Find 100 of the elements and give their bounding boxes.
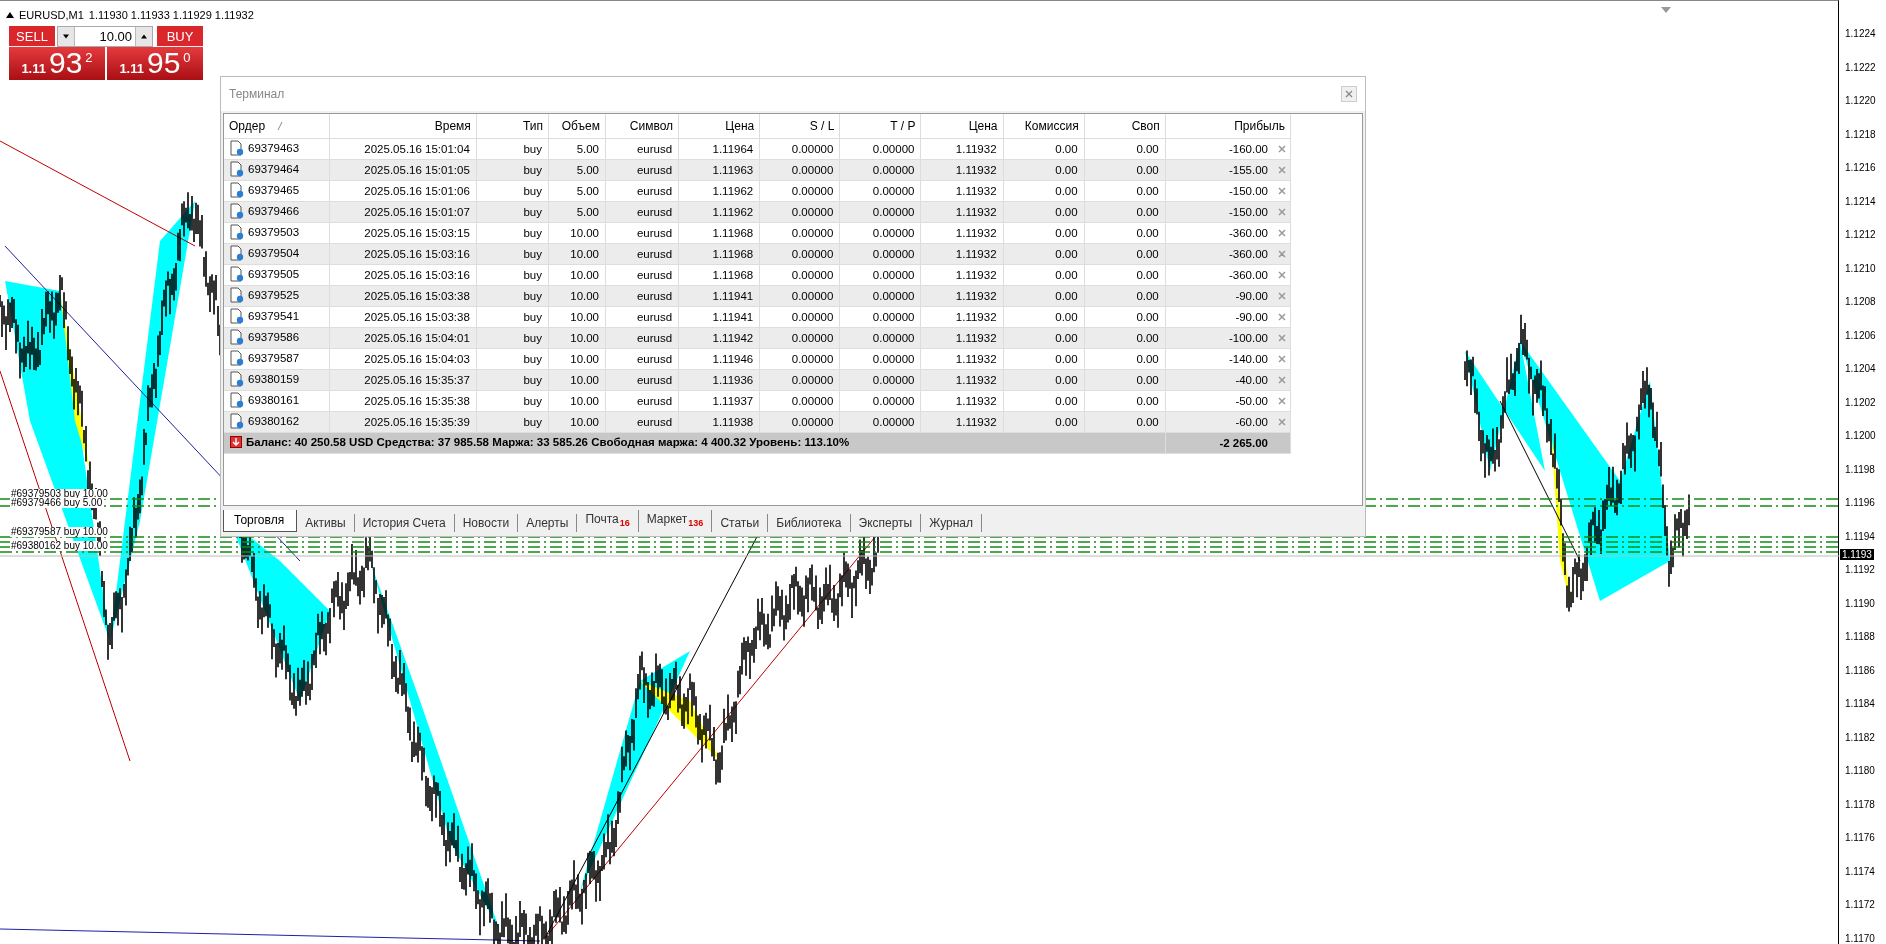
lot-spinner[interactable]: 10.00 bbox=[57, 26, 153, 47]
order-number: 69379586 bbox=[248, 331, 300, 343]
column-header[interactable]: Объем bbox=[548, 114, 606, 139]
order-number: 69379466 bbox=[248, 205, 300, 217]
price-label: 1.1212 bbox=[1845, 229, 1876, 240]
table-cell: 10.00 bbox=[548, 348, 606, 370]
terminal-tab[interactable]: Статьи bbox=[712, 514, 769, 532]
profit-value: -90.00 bbox=[1235, 290, 1268, 302]
column-header[interactable]: Время bbox=[329, 114, 477, 139]
table-cell: eurusd bbox=[605, 222, 679, 244]
column-header[interactable]: Цена bbox=[678, 114, 760, 139]
column-header[interactable]: S / L bbox=[759, 114, 840, 139]
price-label: 1.1204 bbox=[1845, 363, 1876, 374]
price-label: 1.1210 bbox=[1845, 262, 1876, 274]
terminal-tab[interactable]: Алерты bbox=[518, 514, 578, 532]
table-cell: 0.00 bbox=[1084, 306, 1166, 328]
column-header[interactable]: Тип bbox=[476, 114, 549, 139]
close-order-icon[interactable] bbox=[1278, 355, 1286, 363]
order-line-label: #69379503 buy 10.00 bbox=[10, 489, 109, 499]
order-number: 69379464 bbox=[248, 163, 300, 175]
column-header[interactable]: Прибыль bbox=[1165, 114, 1291, 139]
terminal-tab[interactable]: Почта$_{16}$ bbox=[577, 509, 639, 532]
column-header[interactable]: Комиссия bbox=[1003, 114, 1085, 139]
profit-value: -90.00 bbox=[1235, 311, 1268, 323]
close-order-icon[interactable] bbox=[1278, 418, 1286, 426]
close-order-icon[interactable] bbox=[1278, 229, 1286, 237]
order-line-label: #69379466 buy 5.00 bbox=[10, 498, 104, 508]
column-header[interactable]: T / P bbox=[839, 114, 921, 139]
price-label: 1.1220 bbox=[1845, 95, 1876, 106]
table-cell: 0.00 bbox=[1084, 264, 1166, 286]
column-header[interactable]: Символ bbox=[605, 114, 679, 139]
close-order-icon[interactable] bbox=[1278, 376, 1286, 384]
close-order-icon[interactable] bbox=[1278, 292, 1286, 300]
close-order-icon[interactable] bbox=[1278, 145, 1286, 153]
close-order-icon[interactable] bbox=[1278, 208, 1286, 216]
order-number: 69379463 bbox=[248, 142, 300, 154]
column-header[interactable]: Цена bbox=[920, 114, 1004, 139]
table-cell: 2025.05.16 15:01:04 bbox=[329, 138, 477, 160]
price-label: 1.1180 bbox=[1845, 765, 1875, 776]
sell-button[interactable]: SELL bbox=[9, 26, 55, 47]
table-cell: eurusd bbox=[605, 138, 679, 160]
decrease-icon[interactable] bbox=[58, 27, 75, 46]
table-cell: 10.00 bbox=[548, 264, 606, 286]
terminal-tab[interactable]: Новости bbox=[454, 514, 519, 532]
order-icon bbox=[230, 329, 244, 345]
terminal-tab[interactable]: Журнал bbox=[921, 514, 983, 532]
terminal-tab[interactable]: Библиотека bbox=[768, 514, 851, 532]
buy-button[interactable]: BUY bbox=[157, 26, 203, 47]
profit-value: -40.00 bbox=[1235, 374, 1268, 386]
terminal-tab[interactable]: Торговля bbox=[223, 510, 298, 532]
profit-value: -50.00 bbox=[1235, 395, 1268, 407]
table-cell: 1.11941 bbox=[678, 306, 760, 328]
order-icon bbox=[230, 392, 244, 408]
collapse-icon[interactable] bbox=[6, 12, 14, 18]
price-label: 1.1172 bbox=[1845, 899, 1875, 910]
close-order-icon[interactable] bbox=[1278, 334, 1286, 342]
column-header[interactable]: Своп bbox=[1084, 114, 1166, 139]
close-order-icon[interactable] bbox=[1278, 313, 1286, 321]
terminal-tab[interactable]: Эксперты bbox=[850, 514, 922, 532]
close-order-icon[interactable] bbox=[1278, 250, 1286, 258]
table-cell: 1.11932 bbox=[920, 348, 1004, 370]
profit-value: -160.00 bbox=[1229, 143, 1268, 155]
close-order-icon[interactable] bbox=[1278, 166, 1286, 174]
terminal-tab[interactable]: Активы bbox=[297, 514, 355, 532]
profit-value: -150.00 bbox=[1229, 206, 1268, 218]
order-number: 69379525 bbox=[248, 289, 300, 301]
table-cell: eurusd bbox=[605, 180, 679, 202]
column-header[interactable]: Ордер bbox=[224, 114, 330, 139]
table-cell: 10.00 bbox=[548, 390, 606, 412]
increase-icon[interactable] bbox=[135, 27, 152, 46]
table-cell: eurusd bbox=[605, 348, 679, 370]
price-label: 1.1170 bbox=[1845, 932, 1875, 944]
table-cell: 0.00 bbox=[1003, 390, 1085, 412]
table-cell: 0.00000 bbox=[759, 306, 840, 328]
order-number: 69379587 bbox=[248, 352, 300, 364]
profit-value: -100.00 bbox=[1229, 332, 1268, 344]
close-order-icon[interactable] bbox=[1278, 397, 1286, 405]
price-label: 1.1190 bbox=[1845, 597, 1875, 609]
close-order-icon[interactable] bbox=[1278, 187, 1286, 195]
close-order-icon[interactable] bbox=[1278, 271, 1286, 279]
terminal-tab[interactable]: История Счета bbox=[354, 514, 455, 532]
price-label: 1.1178 bbox=[1845, 798, 1875, 810]
order-icon bbox=[230, 413, 244, 429]
table-cell: 0.00 bbox=[1003, 348, 1085, 370]
close-button[interactable] bbox=[1341, 86, 1357, 102]
price-label: 1.1196 bbox=[1845, 497, 1875, 508]
profit-value: -360.00 bbox=[1229, 248, 1268, 260]
table-cell: 1.11932 bbox=[920, 222, 1004, 244]
chart-shift-icon[interactable] bbox=[1661, 7, 1671, 13]
table-cell: 0.00000 bbox=[839, 264, 921, 286]
table-cell: buy bbox=[476, 264, 549, 286]
table-cell: 0.00000 bbox=[839, 138, 921, 160]
sort-icon bbox=[277, 122, 284, 130]
table-cell: 1.11964 bbox=[678, 138, 760, 160]
price-label: 1.1216 bbox=[1845, 162, 1876, 173]
price-label: 1.1194 bbox=[1845, 530, 1875, 542]
table-cell: 0.00 bbox=[1003, 222, 1085, 244]
table-cell: buy bbox=[476, 180, 549, 202]
price-label: 1.1200 bbox=[1845, 430, 1876, 441]
terminal-tab[interactable]: Маркет$_{136}$ bbox=[638, 509, 713, 532]
